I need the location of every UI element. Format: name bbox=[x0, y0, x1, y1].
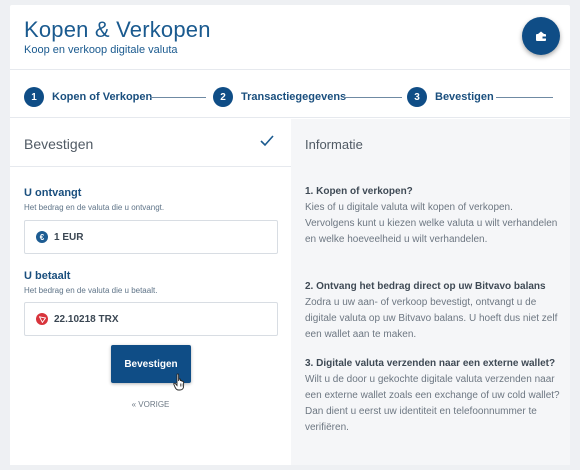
info-item: 3. Digitale valuta verzenden naar een ex… bbox=[305, 356, 563, 436]
step-number: 3 bbox=[407, 87, 427, 107]
info-question: 1. Kopen of verkopen? bbox=[305, 186, 413, 197]
pay-hint: Het bedrag en de valuta die u betaalt. bbox=[24, 286, 158, 295]
step-label: Transactiegegevens bbox=[241, 91, 347, 103]
step-1[interactable]: 1 Kopen of Verkopen bbox=[24, 87, 152, 107]
page-title: Kopen & Verkopen bbox=[24, 17, 211, 42]
step-3[interactable]: 3 Bevestigen bbox=[407, 87, 494, 107]
step-connector bbox=[496, 97, 553, 98]
info-item: 2. Ontvang het bedrag direct op uw Bitva… bbox=[305, 279, 563, 343]
step-number: 1 bbox=[24, 87, 44, 107]
info-answer: Kies of u digitale valuta wilt kopen of … bbox=[305, 202, 558, 245]
trade-card: Kopen & Verkopen Koop en verkoop digital… bbox=[10, 5, 570, 465]
info-question: 2. Ontvang het bedrag direct op uw Bitva… bbox=[305, 281, 546, 292]
receive-label: U ontvangt bbox=[24, 187, 82, 199]
receive-value: 1 EUR bbox=[54, 231, 84, 243]
step-connector bbox=[344, 97, 402, 98]
confirm-panel-header: Bevestigen bbox=[10, 119, 291, 167]
tron-glyph-icon bbox=[38, 315, 46, 323]
previous-link[interactable]: « VORIGE bbox=[10, 400, 291, 409]
trx-coin-icon bbox=[36, 313, 48, 325]
confirm-panel: Bevestigen U ontvangt Het bedrag en de v… bbox=[10, 119, 291, 465]
confirm-panel-title: Bevestigen bbox=[24, 136, 94, 152]
pay-label: U betaalt bbox=[24, 270, 71, 282]
pay-field: 22.10218 TRX bbox=[24, 302, 278, 336]
info-question: 3. Digitale valuta verzenden naar een ex… bbox=[305, 358, 556, 369]
receive-field: € 1 EUR bbox=[24, 220, 278, 254]
info-answer: Zodra u uw aan- of verkoop bevestigt, on… bbox=[305, 297, 558, 340]
info-panel-title: Informatie bbox=[305, 137, 363, 152]
page-header: Kopen & Verkopen Koop en verkoop digital… bbox=[10, 5, 570, 70]
checkmark-icon bbox=[260, 135, 274, 147]
wallet-icon bbox=[536, 31, 546, 41]
receive-hint: Het bedrag en de valuta die u ontvangt. bbox=[24, 203, 165, 212]
info-answer: Wilt u de door u gekochte digitale valut… bbox=[305, 374, 560, 433]
pay-value: 22.10218 TRX bbox=[54, 313, 119, 325]
eur-coin-icon: € bbox=[36, 231, 48, 243]
step-label: Bevestigen bbox=[435, 91, 494, 103]
info-panel: Informatie 1. Kopen of verkopen? Kies of… bbox=[291, 119, 570, 465]
page-subtitle: Koop en verkoop digitale valuta bbox=[24, 44, 178, 56]
step-2[interactable]: 2 Transactiegegevens bbox=[213, 87, 346, 107]
step-number: 2 bbox=[213, 87, 233, 107]
step-indicator: 1 Kopen of Verkopen 2 Transactiegegevens… bbox=[10, 71, 570, 118]
info-item: 1. Kopen of verkopen? Kies of u digitale… bbox=[305, 184, 563, 248]
step-label: Kopen of Verkopen bbox=[52, 91, 153, 103]
wallet-button[interactable] bbox=[522, 17, 560, 55]
step-connector bbox=[150, 97, 206, 98]
hand-cursor-icon bbox=[173, 373, 185, 391]
